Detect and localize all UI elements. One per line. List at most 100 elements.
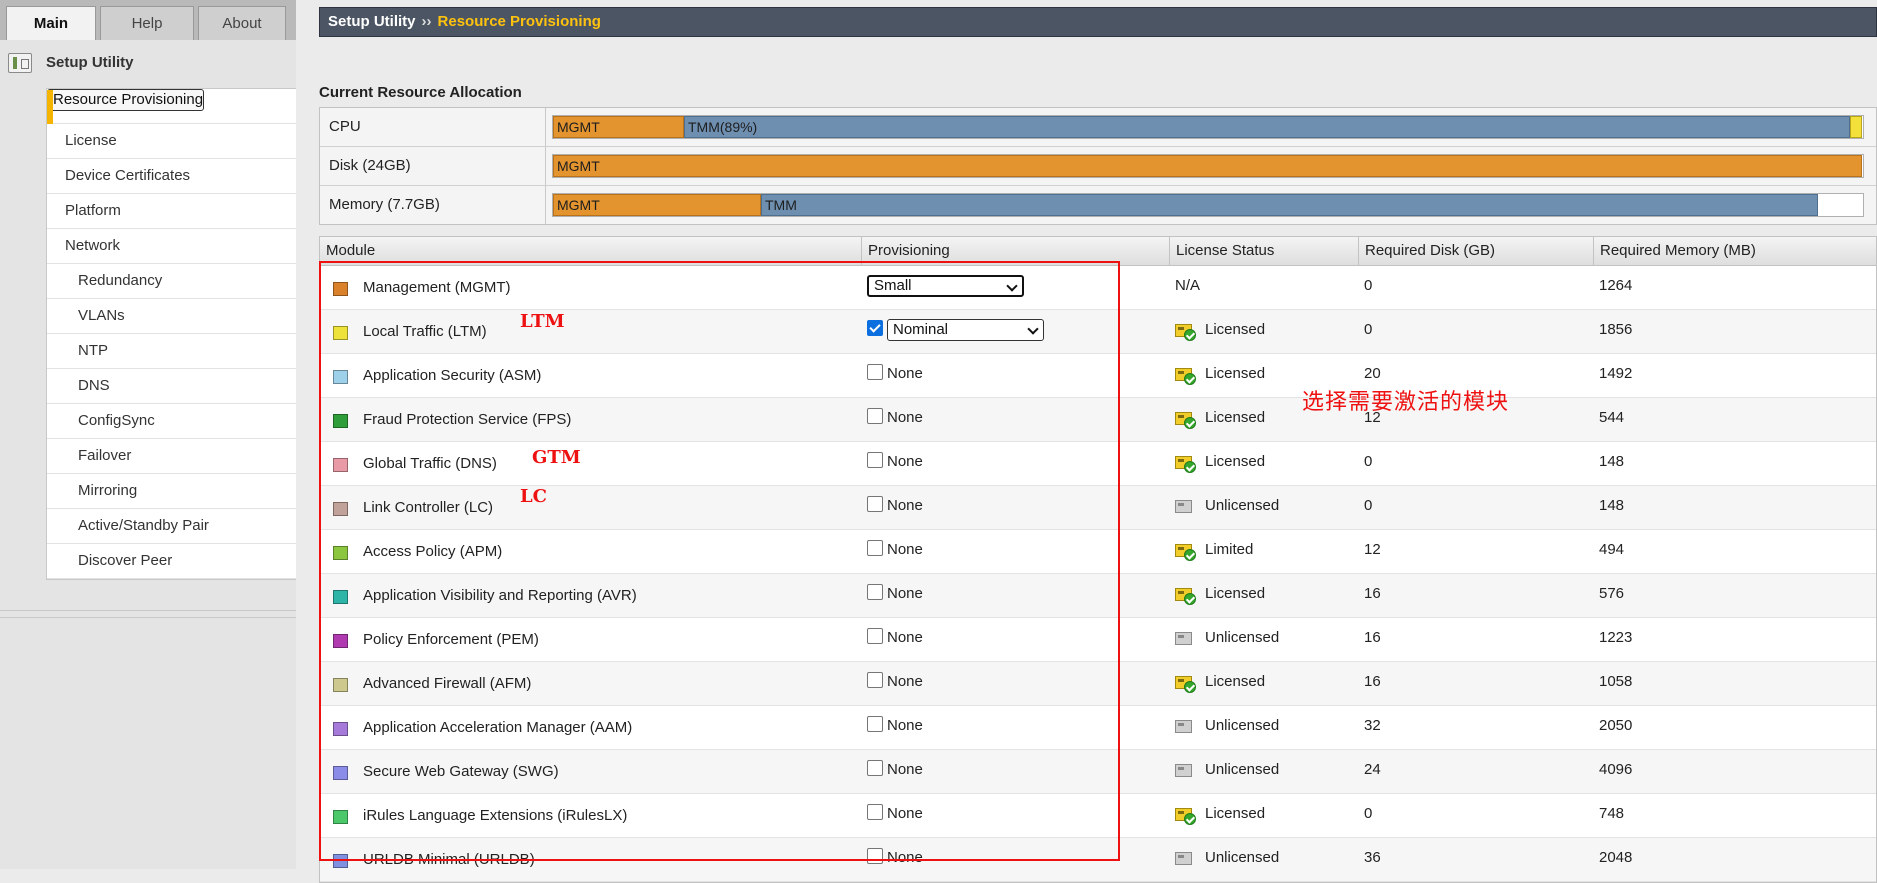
annotation-note: 选择需要激活的模块 <box>1302 390 1510 415</box>
allocation-label: Memory (7.7GB) <box>329 196 440 213</box>
check-badge-icon <box>1184 681 1196 693</box>
license-status: Licensed <box>1205 321 1266 338</box>
sidebar-item-discover-peer[interactable]: Discover Peer <box>47 544 296 579</box>
required-memory: 148 <box>1599 497 1625 514</box>
license-check-icon <box>1175 586 1197 605</box>
allocation-segment-mgmt: MGMT <box>553 116 684 138</box>
required-disk: 0 <box>1364 321 1373 338</box>
allocation-row: Memory (7.7GB) MGMT TMM <box>320 186 1876 224</box>
required-memory: 1492 <box>1599 365 1633 382</box>
sidebar-item-platform[interactable]: Platform <box>47 194 296 229</box>
license-status: Licensed <box>1205 673 1266 690</box>
allocation-label: Disk (24GB) <box>329 157 411 174</box>
license-status: Unlicensed <box>1205 761 1280 778</box>
sidebar-title: Setup Utility <box>46 54 134 71</box>
license-check-icon <box>1175 674 1197 693</box>
license-status: Licensed <box>1205 805 1266 822</box>
breadcrumb-separator: ›› <box>421 13 432 30</box>
unlicensed-icon <box>1175 850 1197 867</box>
license-check-icon <box>1175 410 1197 429</box>
required-memory: 544 <box>1599 409 1625 426</box>
allocation-row: CPU MGMT TMM(89%) <box>320 108 1876 147</box>
allocation-segment-tmm: TMM <box>761 194 1818 216</box>
sidebar-item-vlans[interactable]: VLANs <box>47 299 296 334</box>
sidebar: Setup Utility IntroductionLicenseResourc… <box>0 40 296 869</box>
license-status: Unlicensed <box>1205 629 1280 646</box>
license-check-icon <box>1175 322 1197 341</box>
sidebar-nav-list: IntroductionLicenseResource Provisioning… <box>46 88 296 580</box>
license-status: N/A <box>1175 277 1201 294</box>
check-badge-icon <box>1184 417 1196 429</box>
required-disk: 16 <box>1364 673 1381 690</box>
annotation-ltm: LTM <box>520 311 565 332</box>
allocation-segment-mgmt: MGMT <box>553 194 761 216</box>
sidebar-item-license[interactable]: License <box>47 124 296 159</box>
required-disk: 16 <box>1364 629 1381 646</box>
sidebar-item-network[interactable]: Network <box>47 229 296 264</box>
tab-help[interactable]: Help <box>100 6 194 40</box>
license-status: Licensed <box>1205 585 1266 602</box>
setup-utility-icon <box>8 53 32 73</box>
license-card-icon <box>1175 852 1192 865</box>
required-memory: 1264 <box>1599 277 1633 294</box>
allocation-bar: MGMT TMM(89%) <box>552 115 1864 139</box>
license-status: Licensed <box>1205 365 1266 382</box>
breadcrumb-root[interactable]: Setup Utility <box>328 13 416 30</box>
allocation-divider <box>545 108 546 146</box>
col-header-license: License Status <box>1169 237 1358 265</box>
allocation-bar: MGMT TMM <box>552 193 1864 217</box>
col-header-memory: Required Memory (MB) <box>1593 237 1876 265</box>
sidebar-item-ntp[interactable]: NTP <box>47 334 296 369</box>
sidebar-item-redundancy[interactable]: Redundancy <box>47 264 296 299</box>
required-memory: 1058 <box>1599 673 1633 690</box>
license-status: Unlicensed <box>1205 497 1280 514</box>
check-badge-icon <box>1184 549 1196 561</box>
sidebar-item-dns[interactable]: DNS <box>47 369 296 404</box>
tab-main[interactable]: Main <box>6 6 96 40</box>
breadcrumb-current: Resource Provisioning <box>437 13 601 30</box>
required-disk: 36 <box>1364 849 1381 866</box>
sidebar-item-failover[interactable]: Failover <box>47 439 296 474</box>
required-disk: 12 <box>1364 541 1381 558</box>
sidebar-item-device-certificates[interactable]: Device Certificates <box>47 159 296 194</box>
sidebar-item-resource-provisioning[interactable]: Resource Provisioning <box>47 89 205 124</box>
license-card-icon <box>1175 764 1192 777</box>
sidebar-item-configsync[interactable]: ConfigSync <box>47 404 296 439</box>
unlicensed-icon <box>1175 718 1197 735</box>
allocation-bar: MGMT <box>552 154 1864 178</box>
license-status: Licensed <box>1205 453 1266 470</box>
sidebar-divider <box>0 610 296 618</box>
unlicensed-icon <box>1175 498 1197 515</box>
required-disk: 0 <box>1364 453 1373 470</box>
annotation-gtm: GTM <box>532 447 581 468</box>
allocation-label: CPU <box>329 118 361 135</box>
license-check-icon <box>1175 366 1197 385</box>
license-status: Unlicensed <box>1205 717 1280 734</box>
top-tab-bar: Main Help About <box>0 0 296 40</box>
license-status: Licensed <box>1205 409 1266 426</box>
breadcrumb: Setup Utility ›› Resource Provisioning <box>319 7 1877 37</box>
allocation-segment-tmm: TMM(89%) <box>684 116 1850 138</box>
sidebar-header: Setup Utility <box>0 40 296 88</box>
required-disk: 0 <box>1364 805 1373 822</box>
license-card-icon <box>1175 500 1192 513</box>
allocation-table: CPU MGMT TMM(89%) Disk (24GB) MGMT Memory (7.… <box>319 107 1877 225</box>
license-card-icon <box>1175 720 1192 733</box>
check-badge-icon <box>1184 329 1196 341</box>
tab-about[interactable]: About <box>198 6 286 40</box>
unlicensed-icon <box>1175 762 1197 779</box>
col-header-disk: Required Disk (GB) <box>1358 237 1593 265</box>
required-memory: 2048 <box>1599 849 1633 866</box>
license-status: Unlicensed <box>1205 849 1280 866</box>
required-disk: 16 <box>1364 585 1381 602</box>
license-check-icon <box>1175 806 1197 825</box>
required-memory: 4096 <box>1599 761 1633 778</box>
required-memory: 2050 <box>1599 717 1633 734</box>
check-badge-icon <box>1184 461 1196 473</box>
allocation-segment-ltm <box>1850 116 1862 138</box>
sidebar-item-active-standby-pair[interactable]: Active/Standby Pair <box>47 509 296 544</box>
license-check-icon <box>1175 454 1197 473</box>
annotation-lc: LC <box>520 486 547 507</box>
check-badge-icon <box>1184 373 1196 385</box>
sidebar-item-mirroring[interactable]: Mirroring <box>47 474 296 509</box>
